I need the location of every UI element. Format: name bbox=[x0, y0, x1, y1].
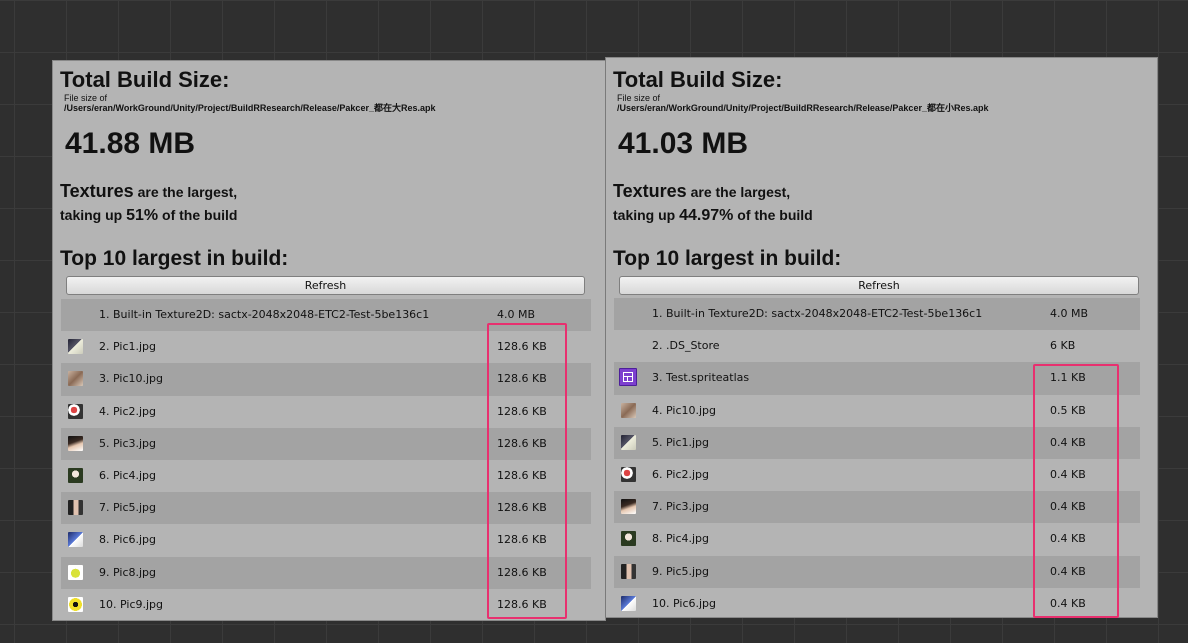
file-size-label: File size of bbox=[617, 93, 661, 103]
image-thumbnail-icon bbox=[68, 339, 83, 355]
asset-name: 2. Pic1.jpg bbox=[99, 340, 157, 354]
asset-name: 1. Built-in Texture2D: sactx-2048x2048-E… bbox=[99, 308, 430, 321]
asset-size: 6 KB bbox=[1050, 339, 1076, 353]
asset-name: 4. Pic10.jpg bbox=[652, 403, 717, 417]
percent-suffix: of the build bbox=[158, 207, 238, 223]
top-largest-heading: Top 10 largest in build: bbox=[60, 247, 289, 270]
asset-name: 3. Test.spriteatlas bbox=[652, 371, 750, 385]
asset-name: 5. Pic1.jpg bbox=[652, 435, 710, 449]
image-thumbnail-icon bbox=[68, 371, 83, 387]
file-size-label: File size of bbox=[64, 93, 108, 103]
sprite-atlas-icon bbox=[619, 368, 637, 387]
list-item[interactable]: 2. .DS_Store 6 KB bbox=[614, 330, 1140, 362]
total-size-value: 41.03 MB bbox=[618, 127, 749, 160]
asset-name: 2. .DS_Store bbox=[652, 339, 720, 353]
asset-name: 5. Pic3.jpg bbox=[99, 436, 157, 450]
build-report-panel-right: Total Build Size: File size of /Users/er… bbox=[605, 57, 1158, 618]
percent-suffix: of the build bbox=[733, 207, 813, 223]
refresh-button[interactable]: Refresh bbox=[66, 276, 585, 295]
highlight-annotation-box bbox=[487, 323, 567, 619]
build-report-panel-left: Total Build Size: File size of /Users/er… bbox=[52, 60, 606, 621]
asset-name: 6. Pic2.jpg bbox=[652, 467, 710, 481]
image-thumbnail-icon bbox=[68, 435, 83, 451]
asset-name: 7. Pic5.jpg bbox=[99, 501, 157, 515]
asset-name: 9. Pic8.jpg bbox=[99, 565, 157, 579]
percent-line: taking up 44.97% of the build bbox=[613, 207, 813, 225]
percent-line: taking up 51% of the build bbox=[60, 207, 237, 225]
asset-name: 8. Pic4.jpg bbox=[652, 532, 710, 546]
top-largest-heading: Top 10 largest in build: bbox=[613, 247, 842, 270]
file-path: /Users/eran/WorkGround/Unity/Project/Bui… bbox=[617, 103, 989, 113]
asset-name: 6. Pic4.jpg bbox=[99, 468, 157, 482]
image-thumbnail-icon bbox=[68, 403, 83, 419]
asset-name: 7. Pic3.jpg bbox=[652, 500, 710, 514]
largest-category: Textures bbox=[60, 181, 134, 201]
image-thumbnail-icon bbox=[68, 596, 83, 612]
largest-percent: 51% bbox=[126, 207, 159, 224]
asset-name: 10. Pic6.jpg bbox=[652, 596, 717, 610]
total-build-size-heading: Total Build Size: bbox=[613, 67, 783, 92]
asset-name: 4. Pic2.jpg bbox=[99, 404, 157, 418]
image-thumbnail-icon bbox=[621, 434, 636, 450]
image-thumbnail-icon bbox=[68, 564, 83, 580]
largest-category-line: Textures are the largest, bbox=[613, 181, 790, 202]
asset-name: 1. Built-in Texture2D: sactx-2048x2048-E… bbox=[652, 307, 983, 320]
highlight-annotation-box bbox=[1033, 364, 1119, 618]
asset-size: 4.0 MB bbox=[1050, 307, 1089, 320]
image-thumbnail-icon bbox=[68, 467, 83, 483]
largest-category-suffix: are the largest, bbox=[133, 184, 238, 200]
percent-prefix: taking up bbox=[613, 207, 680, 223]
total-size-value: 41.88 MB bbox=[65, 127, 196, 160]
asset-name: 10. Pic9.jpg bbox=[99, 597, 164, 611]
largest-category: Textures bbox=[613, 181, 687, 201]
asset-name: 3. Pic10.jpg bbox=[99, 372, 164, 386]
asset-name: 8. Pic6.jpg bbox=[99, 533, 157, 547]
image-thumbnail-icon bbox=[621, 563, 636, 579]
image-thumbnail-icon bbox=[621, 499, 636, 515]
image-thumbnail-icon bbox=[621, 531, 636, 547]
largest-category-line: Textures are the largest, bbox=[60, 181, 237, 202]
percent-prefix: taking up bbox=[60, 207, 127, 223]
total-build-size-heading: Total Build Size: bbox=[60, 67, 230, 92]
file-path: /Users/eran/WorkGround/Unity/Project/Bui… bbox=[64, 103, 436, 113]
image-thumbnail-icon bbox=[68, 532, 83, 548]
asset-size: 4.0 MB bbox=[497, 308, 536, 321]
image-thumbnail-icon bbox=[621, 466, 636, 482]
asset-name: 9. Pic5.jpg bbox=[652, 564, 710, 578]
largest-percent: 44.97% bbox=[679, 207, 734, 224]
image-thumbnail-icon bbox=[621, 595, 636, 611]
refresh-button[interactable]: Refresh bbox=[619, 276, 1139, 295]
largest-category-suffix: are the largest, bbox=[686, 184, 791, 200]
image-thumbnail-icon bbox=[68, 500, 83, 516]
image-thumbnail-icon bbox=[621, 402, 636, 418]
list-item[interactable]: 1. Built-in Texture2D: sactx-2048x2048-E… bbox=[614, 298, 1140, 331]
